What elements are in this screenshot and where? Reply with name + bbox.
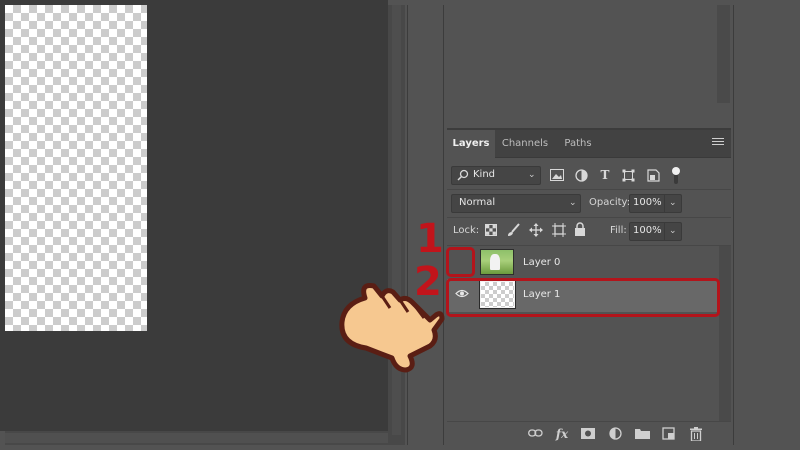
kind-filter-label: Kind xyxy=(473,169,496,180)
tab-channels[interactable]: Channels xyxy=(495,130,555,158)
blend-mode-value: Normal xyxy=(459,197,496,208)
filter-toggle-icon[interactable] xyxy=(671,166,681,185)
document-transparent-canvas[interactable] xyxy=(5,5,147,331)
canvas-horizontal-scrollbar[interactable] xyxy=(5,431,388,445)
group-folder-icon[interactable] xyxy=(635,428,650,439)
chevron-down-icon: ⌄ xyxy=(528,170,536,180)
annotation-highlight-layer-1 xyxy=(446,278,720,317)
lock-transparent-icon[interactable] xyxy=(485,224,497,236)
annotation-highlight-visibility xyxy=(446,247,475,277)
fill-label: Fill: xyxy=(610,225,627,236)
thumbnail-figure xyxy=(490,254,500,270)
row-divider xyxy=(447,217,731,218)
lock-label: Lock: xyxy=(453,225,480,236)
lock-all-icon[interactable] xyxy=(574,222,586,236)
search-icon xyxy=(457,169,469,181)
fill-divider xyxy=(664,222,665,241)
fill-value[interactable]: 100% xyxy=(633,225,662,236)
type-filter-icon[interactable]: T xyxy=(598,168,612,182)
right-panel-dock xyxy=(733,5,795,445)
image-filter-icon[interactable] xyxy=(550,169,564,181)
opacity-value[interactable]: 100% xyxy=(633,197,662,208)
lock-artboard-icon[interactable] xyxy=(552,223,566,237)
panel-menu-icon[interactable] xyxy=(712,138,724,148)
lock-position-icon[interactable] xyxy=(529,223,543,237)
smart-object-filter-icon[interactable] xyxy=(647,169,660,182)
adjustment-layer-icon[interactable] xyxy=(609,427,622,440)
opacity-label: Opacity: xyxy=(589,197,631,208)
pointing-hand-icon xyxy=(339,283,445,373)
opacity-chevron-icon[interactable]: ⌄ xyxy=(669,198,677,208)
layer-name[interactable]: Layer 0 xyxy=(523,257,560,268)
layers-panel-tabbar: Layers Channels Paths xyxy=(447,130,731,158)
new-layer-icon[interactable] xyxy=(662,427,675,440)
lock-paint-icon[interactable] xyxy=(507,223,521,237)
canvas-horizontal-scroll-thumb[interactable] xyxy=(5,433,388,443)
row-divider xyxy=(447,189,731,190)
fx-icon[interactable]: fx xyxy=(554,426,570,442)
tab-paths[interactable]: Paths xyxy=(555,130,601,158)
tab-layers[interactable]: Layers xyxy=(447,130,495,158)
adjustment-filter-icon[interactable] xyxy=(575,169,588,182)
upper-panel xyxy=(447,5,731,128)
upper-panel-scrollbar[interactable] xyxy=(717,5,730,103)
layer-mask-icon[interactable] xyxy=(581,428,595,439)
fill-chevron-icon[interactable]: ⌄ xyxy=(669,226,677,236)
link-layers-icon[interactable] xyxy=(528,429,543,438)
shape-filter-icon[interactable] xyxy=(622,169,635,182)
canvas-vertical-scrollbar[interactable] xyxy=(388,5,405,445)
opacity-divider xyxy=(664,194,665,213)
layers-list-scrollbar[interactable] xyxy=(719,246,731,421)
annotation-step-1: 1 xyxy=(416,216,444,262)
trash-icon[interactable] xyxy=(690,427,702,441)
chevron-down-icon: ⌄ xyxy=(569,198,577,208)
